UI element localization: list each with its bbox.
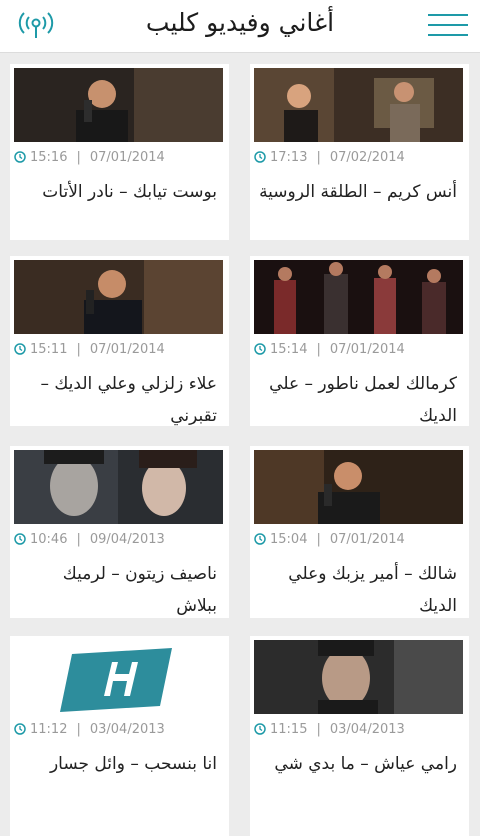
clip-date: 03/04/2013	[329, 722, 405, 737]
clock-icon	[254, 723, 266, 735]
clock-icon	[14, 151, 26, 163]
clip-meta: 17:13 | 07/02/2014	[254, 150, 405, 166]
clip-meta: 15:11 | 07/01/2014	[14, 342, 165, 358]
clip-title[interactable]: بوست تيابك – نادر الأتات	[18, 176, 217, 208]
hamburger-menu-icon[interactable]	[428, 14, 468, 40]
clip-date: 09/04/2013	[89, 532, 165, 547]
clip-thumbnail[interactable]	[254, 450, 463, 524]
clip-title[interactable]: شالك – أمير يزبك وعلي الديك	[258, 558, 457, 622]
clip-title[interactable]: علاء زلزلي وعلي الديك – تقبرني	[18, 368, 217, 432]
clip-thumbnail[interactable]	[14, 640, 223, 714]
clip-time: 15:11	[30, 342, 68, 357]
clip-date: 07/01/2014	[329, 342, 405, 357]
clip-card[interactable]: 15:04 | 07/01/2014 شالك – أمير يزبك وعلي ا…	[250, 446, 469, 618]
clip-time: 15:14	[270, 342, 308, 357]
clip-title[interactable]: رامي عياش – ما بدي شي	[258, 748, 457, 780]
clip-thumbnail[interactable]	[254, 68, 463, 142]
clip-thumbnail[interactable]	[14, 450, 223, 524]
clip-date: 07/01/2014	[89, 342, 165, 357]
clip-card[interactable]: 17:13 | 07/02/2014 أنس كريم – الطلقة الروس…	[250, 64, 469, 240]
clip-date: 07/02/2014	[329, 150, 405, 165]
clip-card[interactable]: 15:11 | 07/01/2014 علاء زلزلي وعلي الديك –…	[10, 256, 229, 426]
clip-card[interactable]: 15:16 | 07/01/2014 بوست تيابك – نادر الأتا…	[10, 64, 229, 240]
clip-thumbnail[interactable]	[254, 640, 463, 714]
clip-card[interactable]: 15:14 | 07/01/2014 كرمالك لعمل ناطور – علي…	[250, 256, 469, 426]
clip-meta: 15:14 | 07/01/2014	[254, 342, 405, 358]
clock-icon	[254, 343, 266, 355]
clip-title[interactable]: انا بنسحب – وائل جسار	[18, 748, 217, 780]
clip-time: 17:13	[270, 150, 308, 165]
clip-meta: 15:04 | 07/01/2014	[254, 532, 405, 548]
clock-icon	[14, 533, 26, 545]
clip-card[interactable]: 11:12 | 03/04/2013 انا بنسحب – وائل جسار	[10, 636, 229, 836]
clock-icon	[14, 343, 26, 355]
clip-time: 15:16	[30, 150, 68, 165]
clip-title[interactable]: أنس كريم – الطلقة الروسية	[258, 176, 457, 208]
clip-time: 11:15	[270, 722, 308, 737]
clip-thumbnail[interactable]	[254, 260, 463, 334]
top-bar: أغاني وفيديو كليب	[0, 0, 480, 53]
clip-title[interactable]: ناصيف زيتون – لرميك ببلاش	[18, 558, 217, 622]
clip-time: 11:12	[30, 722, 68, 737]
clip-card[interactable]: 10:46 | 09/04/2013 ناصيف زيتون – لرميك ببل…	[10, 446, 229, 618]
clip-meta: 15:16 | 07/01/2014	[14, 150, 165, 166]
clip-thumbnail[interactable]	[14, 260, 223, 334]
h-logo-image	[14, 640, 223, 714]
clip-meta: 11:12 | 03/04/2013	[14, 722, 165, 738]
page-title: أغاني وفيديو كليب	[145, 8, 335, 37]
clip-date: 03/04/2013	[89, 722, 165, 737]
clip-meta: 10:46 | 09/04/2013	[14, 532, 165, 548]
clock-icon	[14, 723, 26, 735]
clip-meta: 11:15 | 03/04/2013	[254, 722, 405, 738]
clip-date: 07/01/2014	[89, 150, 165, 165]
clip-time: 10:46	[30, 532, 68, 547]
clip-card[interactable]: 11:15 | 03/04/2013 رامي عياش – ما بدي شي	[250, 636, 469, 836]
clip-date: 07/01/2014	[329, 532, 405, 547]
clip-time: 15:04	[270, 532, 308, 547]
clock-icon	[254, 151, 266, 163]
clip-thumbnail[interactable]	[14, 68, 223, 142]
clip-title[interactable]: كرمالك لعمل ناطور – علي الديك	[258, 368, 457, 432]
clock-icon	[254, 533, 266, 545]
